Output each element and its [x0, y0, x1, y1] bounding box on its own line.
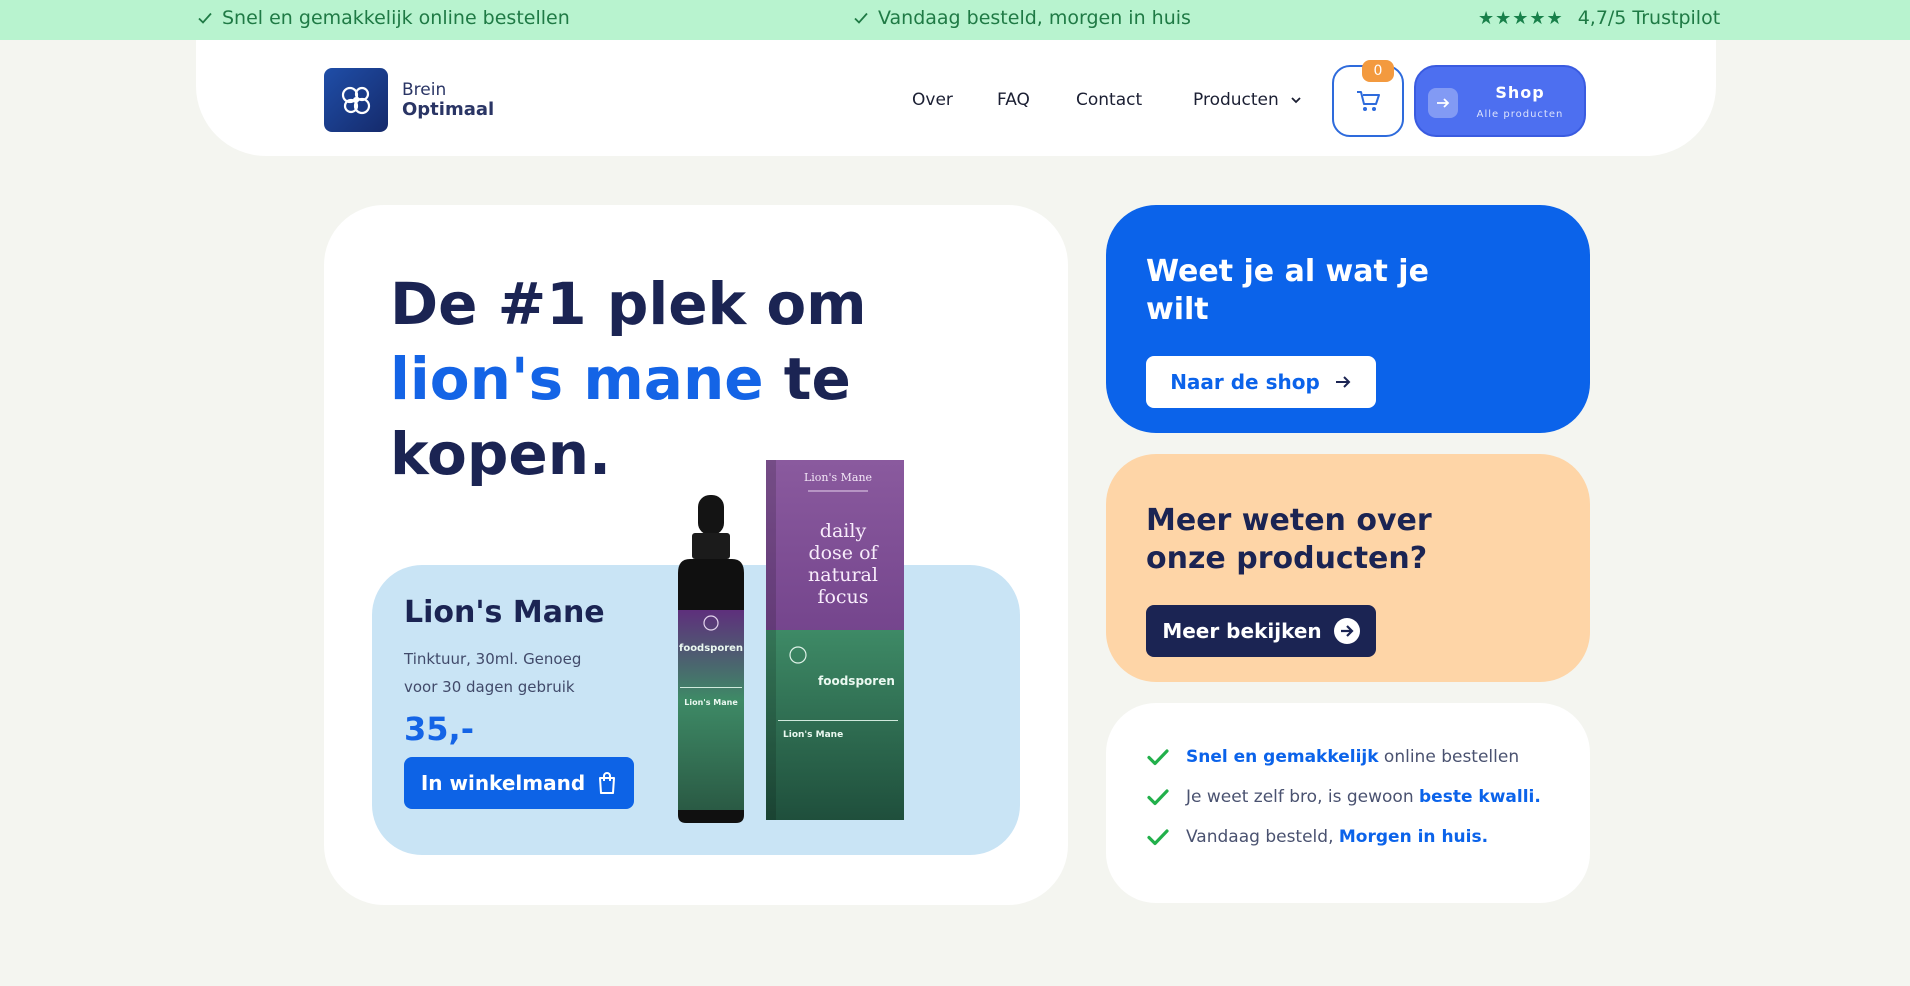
usp-item: Snel en gemakkelijk online bestellen	[1146, 745, 1519, 769]
usp-bold: Snel en gemakkelijk	[1186, 747, 1379, 767]
announcement-item: Vandaag besteld, morgen in huis	[852, 7, 1191, 29]
bottle-brand-text: foodsporen	[679, 643, 743, 654]
logo-line-1: Brein	[402, 80, 447, 100]
rating-text: 4,7/5 Trustpilot	[1577, 7, 1721, 29]
view-more-label: Meer bekijken	[1162, 619, 1322, 643]
cart-icon	[1357, 91, 1380, 111]
nav-contact[interactable]: Contact	[1076, 90, 1142, 110]
hero-title-part2: te	[763, 345, 851, 413]
usp-bold: beste kwalli.	[1419, 787, 1541, 807]
arrow-right-icon	[1335, 376, 1351, 388]
shop-cta-title: Weet je al wat je wilt	[1146, 254, 1429, 327]
usp-card: Snel en gemakkelijk online bestellen Je …	[1106, 703, 1590, 903]
go-to-shop-label: Naar de shop	[1170, 370, 1320, 394]
nav-producten-label: Producten	[1193, 90, 1279, 110]
box-top-text: Lion's Mane	[804, 471, 872, 484]
usp-rest: Je weet zelf bro, is gewoon	[1186, 787, 1419, 807]
product-image: Lion's Mane daily dose of natural focus …	[678, 460, 904, 823]
nav-faq[interactable]: FAQ	[997, 90, 1030, 110]
view-more-button[interactable]: Meer bekijken	[1146, 605, 1376, 657]
chevron-down-icon	[1291, 97, 1301, 104]
add-to-cart-button[interactable]: In winkelmand	[404, 757, 634, 809]
usp-bold: Morgen in huis.	[1338, 827, 1489, 847]
usp-item: Je weet zelf bro, is gewoon beste kwalli…	[1146, 785, 1541, 809]
usp-text: Vandaag besteld, Morgen in huis.	[1186, 827, 1488, 847]
announcement-text: Snel en gemakkelijk online bestellen	[222, 7, 570, 29]
check-icon	[854, 12, 868, 24]
usp-item: Vandaag besteld, Morgen in huis.	[1146, 825, 1488, 849]
cart-count-badge: 0	[1362, 60, 1394, 82]
shop-button-label: Shop	[1495, 83, 1545, 102]
product-description: Tinktuur, 30ml. Genoeg voor 30 dagen geb…	[404, 650, 582, 696]
check-icon	[1147, 789, 1169, 806]
nav-producten[interactable]: Producten	[1193, 90, 1302, 110]
go-to-shop-button[interactable]: Naar de shop	[1146, 356, 1376, 408]
box-tagline-3: natural	[808, 564, 878, 586]
bottle-product-name: Lion's Mane	[684, 698, 738, 707]
usp-rest: Vandaag besteld,	[1186, 827, 1339, 847]
add-to-cart-label: In winkelmand	[420, 771, 586, 795]
brain-icon	[341, 86, 371, 115]
site-header: Brein Optimaal Over FAQ Contact Producte…	[196, 40, 1716, 156]
check-icon	[198, 12, 212, 24]
box-product-name: Lion's Mane	[783, 730, 843, 740]
hero-title-part1: De #1 plek om	[390, 270, 867, 338]
announcement-item: Snel en gemakkelijk online bestellen	[196, 7, 570, 29]
usp-rest: online bestellen	[1378, 747, 1520, 767]
hero-title-part3: kopen.	[390, 420, 612, 488]
check-icon	[1147, 749, 1169, 766]
hero-title-highlight: lion's mane	[390, 345, 764, 413]
shop-cta-card: Weet je al wat je wilt Naar de shop	[1106, 205, 1590, 433]
logo[interactable]	[324, 68, 388, 132]
shopping-bag-icon	[599, 772, 616, 794]
usp-text: Je weet zelf bro, is gewoon beste kwalli…	[1186, 787, 1541, 807]
nav-over[interactable]: Over	[912, 90, 953, 110]
shop-button[interactable]: Shop Alle producten	[1414, 65, 1586, 137]
arrow-circle-icon	[1333, 618, 1360, 644]
box-tagline-2: dose of	[808, 542, 879, 564]
box-tagline-4: focus	[817, 586, 868, 608]
shop-button-sublabel: Alle producten	[1476, 109, 1564, 120]
announcement-bar: Snel en gemakkelijk online bestellen Van…	[0, 0, 1910, 40]
star-rating-icon: ★★★★★	[1478, 7, 1564, 29]
product-price: 35,-	[404, 710, 474, 748]
trustpilot-rating[interactable]: ★★★★★ 4,7/5 Trustpilot	[1478, 7, 1720, 29]
box-brand-text: foodsporen	[818, 674, 895, 688]
info-cta-card: Meer weten over onze producten? Meer bek…	[1106, 454, 1590, 682]
logo-line-2: Optimaal	[402, 99, 495, 120]
logo-text[interactable]: Brein Optimaal	[402, 80, 494, 120]
announcement-text: Vandaag besteld, morgen in huis	[878, 7, 1191, 29]
check-icon	[1147, 829, 1169, 846]
box-tagline-1: daily	[820, 520, 867, 542]
usp-text: Snel en gemakkelijk online bestellen	[1186, 747, 1519, 767]
product-name[interactable]: Lion's Mane	[404, 595, 605, 630]
info-cta-title: Meer weten over onze producten?	[1146, 503, 1432, 576]
